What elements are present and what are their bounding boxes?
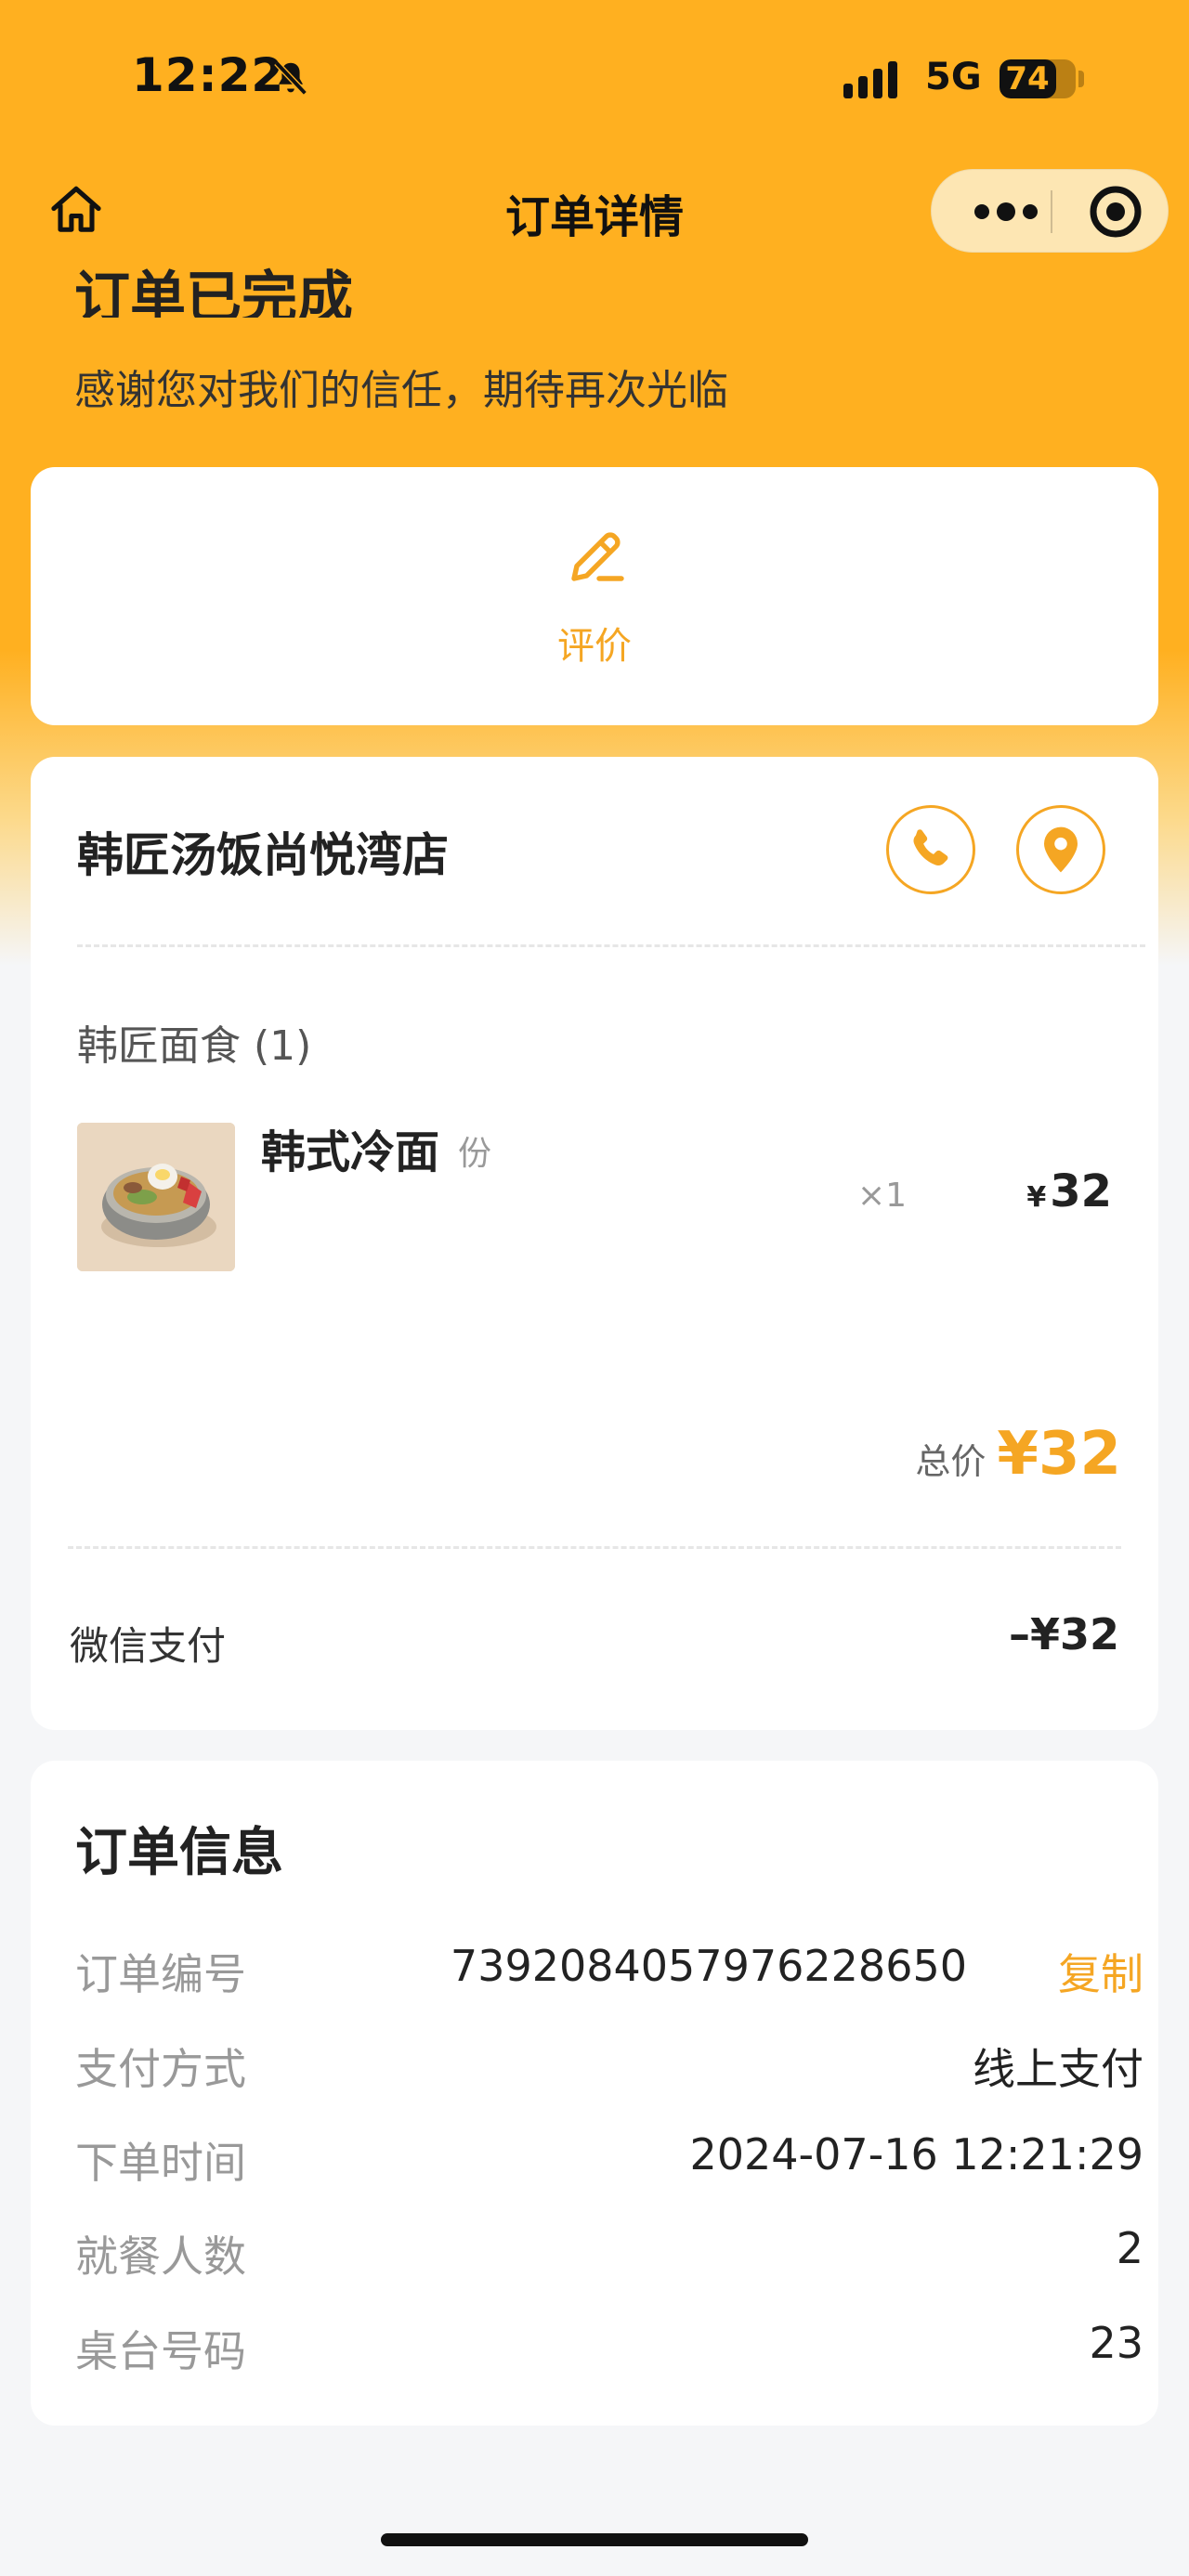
status-bar: 12:22 5G 74 bbox=[0, 0, 1189, 158]
call-shop-button[interactable] bbox=[886, 805, 975, 894]
info-label: 就餐人数 bbox=[75, 2231, 246, 2282]
info-value: 2024-07-16 12:21:29 bbox=[689, 2129, 1143, 2179]
info-label: 订单编号 bbox=[75, 1949, 246, 1999]
order-info-card: 订单信息 订单编号 7392084057976228650 复制 支付方式 线上… bbox=[31, 1761, 1158, 2426]
total-label: 总价 bbox=[915, 1441, 986, 1482]
signal-icon bbox=[843, 61, 897, 98]
info-row-order-number: 订单编号 7392084057976228650 复制 bbox=[75, 1941, 1143, 2006]
order-total: 总价 ¥32 bbox=[915, 1420, 1121, 1489]
divider bbox=[77, 944, 1145, 947]
info-label: 支付方式 bbox=[75, 2044, 246, 2094]
dish-quantity: ×1 bbox=[857, 1177, 908, 1215]
shop-name: 韩匠汤饭尚悦湾店 bbox=[77, 828, 449, 882]
info-row-order-time: 下单时间 2024-07-16 12:21:29 bbox=[75, 2129, 1143, 2194]
divider bbox=[68, 1546, 1121, 1549]
order-info-title: 订单信息 bbox=[75, 1823, 283, 1883]
dish-name: 韩式冷面 bbox=[261, 1126, 440, 1178]
mini-program-capsule bbox=[931, 169, 1169, 253]
currency-symbol: ¥ bbox=[1026, 1181, 1047, 1214]
more-icon[interactable] bbox=[963, 170, 1049, 254]
home-indicator[interactable] bbox=[381, 2533, 808, 2546]
copy-button[interactable]: 复制 bbox=[1058, 1941, 1143, 2002]
order-status-subtitle: 感谢您对我们的信任，期待再次光临 bbox=[74, 367, 728, 414]
total-value: ¥32 bbox=[997, 1420, 1121, 1489]
dish-price-value: 32 bbox=[1050, 1165, 1112, 1217]
close-target-icon[interactable] bbox=[1078, 170, 1153, 254]
info-row-diners: 就餐人数 2 bbox=[75, 2223, 1143, 2288]
review-label: 评价 bbox=[557, 625, 632, 668]
location-pin-icon bbox=[1044, 826, 1078, 873]
phone-icon bbox=[913, 829, 948, 866]
info-value: 2 bbox=[1116, 2223, 1143, 2273]
battery-cap bbox=[1078, 71, 1084, 87]
payment-method: 微信支付 bbox=[70, 1623, 227, 1669]
review-button[interactable]: 评价 bbox=[532, 523, 657, 681]
info-value: 线上支付 bbox=[973, 2044, 1143, 2094]
dish-price: ¥32 bbox=[1026, 1165, 1112, 1217]
review-card: 评价 bbox=[31, 467, 1158, 725]
bell-muted-icon bbox=[274, 60, 307, 96]
info-row-payment-type: 支付方式 线上支付 bbox=[75, 2036, 1143, 2101]
network-type: 5G bbox=[925, 56, 982, 98]
category-name: 韩匠面食 (1) bbox=[77, 1022, 312, 1070]
dish-image bbox=[77, 1123, 235, 1271]
capsule-divider bbox=[1051, 190, 1052, 233]
shop-location-button[interactable] bbox=[1016, 805, 1105, 894]
status-time: 12:22 bbox=[132, 48, 285, 102]
info-label: 桌台号码 bbox=[75, 2326, 246, 2376]
battery-percent: 74 bbox=[1005, 60, 1050, 98]
order-card: 韩匠汤饭尚悦湾店 韩匠面食 (1) 韩式冷面 份 ×1 ¥32 总价 ¥32 微… bbox=[31, 757, 1158, 1730]
cold-noodles-image bbox=[77, 1123, 235, 1271]
info-value: 23 bbox=[1089, 2318, 1143, 2368]
order-number: 7392084057976228650 bbox=[450, 1941, 967, 1991]
info-row-table-number: 桌台号码 23 bbox=[75, 2318, 1143, 2383]
order-status-title: 订单已完成 bbox=[74, 266, 353, 318]
navigation-bar: 订单详情 bbox=[0, 158, 1189, 262]
payment-amount: –¥32 bbox=[1008, 1609, 1119, 1659]
dish-unit: 份 bbox=[458, 1135, 492, 1173]
info-label: 下单时间 bbox=[75, 2138, 246, 2188]
battery-icon: 74 bbox=[1000, 59, 1076, 98]
edit-pencil-icon bbox=[571, 532, 624, 581]
